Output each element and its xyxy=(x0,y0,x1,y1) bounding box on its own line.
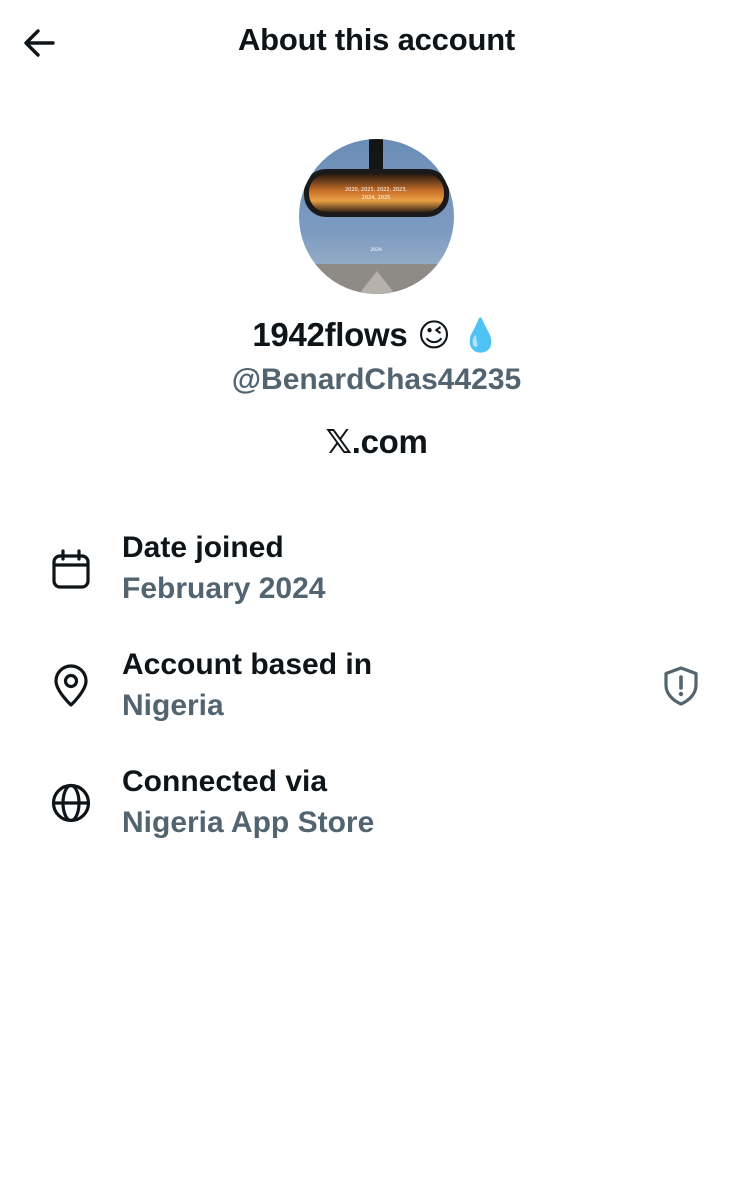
display-name-row: 1942flows 😉 💧 xyxy=(0,316,753,354)
droplet-emoji: 💧 xyxy=(460,317,501,353)
site-suffix: .com xyxy=(351,422,428,460)
connected-via-label: Connected via xyxy=(122,765,328,798)
top-bar: About this account xyxy=(0,0,753,90)
user-handle: @BenardChas44235 xyxy=(231,363,522,396)
info-connected-via: Connected via Nigeria App Store xyxy=(0,762,753,852)
shield-alert-icon xyxy=(664,666,698,706)
display-name: 1942flows xyxy=(252,316,408,353)
x-logo-icon: 𝕏 xyxy=(325,423,352,460)
globe-icon xyxy=(48,780,94,826)
date-joined-label: Date joined xyxy=(122,531,284,564)
calendar-icon xyxy=(48,547,94,593)
avatar-years-line2: 2024, 2025 xyxy=(362,195,391,201)
account-based-value: Nigeria xyxy=(122,689,224,722)
avatar-bottom-text: 2029 xyxy=(370,247,382,253)
location-info-button[interactable] xyxy=(656,661,706,711)
location-pin-icon xyxy=(48,663,94,709)
info-date-joined: Date joined February 2024 xyxy=(0,528,753,618)
avatar-image: 2020, 2021, 2022, 2023, 2024, 2025 2029 xyxy=(299,139,454,294)
wink-emoji: 😉 xyxy=(417,317,451,353)
site-label: 𝕏 .com xyxy=(0,422,753,461)
avatar-years-line1: 2020, 2021, 2022, 2023, xyxy=(345,187,407,193)
page-title: About this account xyxy=(237,22,516,57)
info-account-location: Account based in Nigeria xyxy=(0,645,753,735)
date-joined-value: February 2024 xyxy=(122,572,326,605)
avatar[interactable]: 2020, 2021, 2022, 2023, 2024, 2025 2029 xyxy=(299,139,454,294)
account-based-label: Account based in xyxy=(122,648,373,681)
connected-via-value: Nigeria App Store xyxy=(122,806,375,839)
